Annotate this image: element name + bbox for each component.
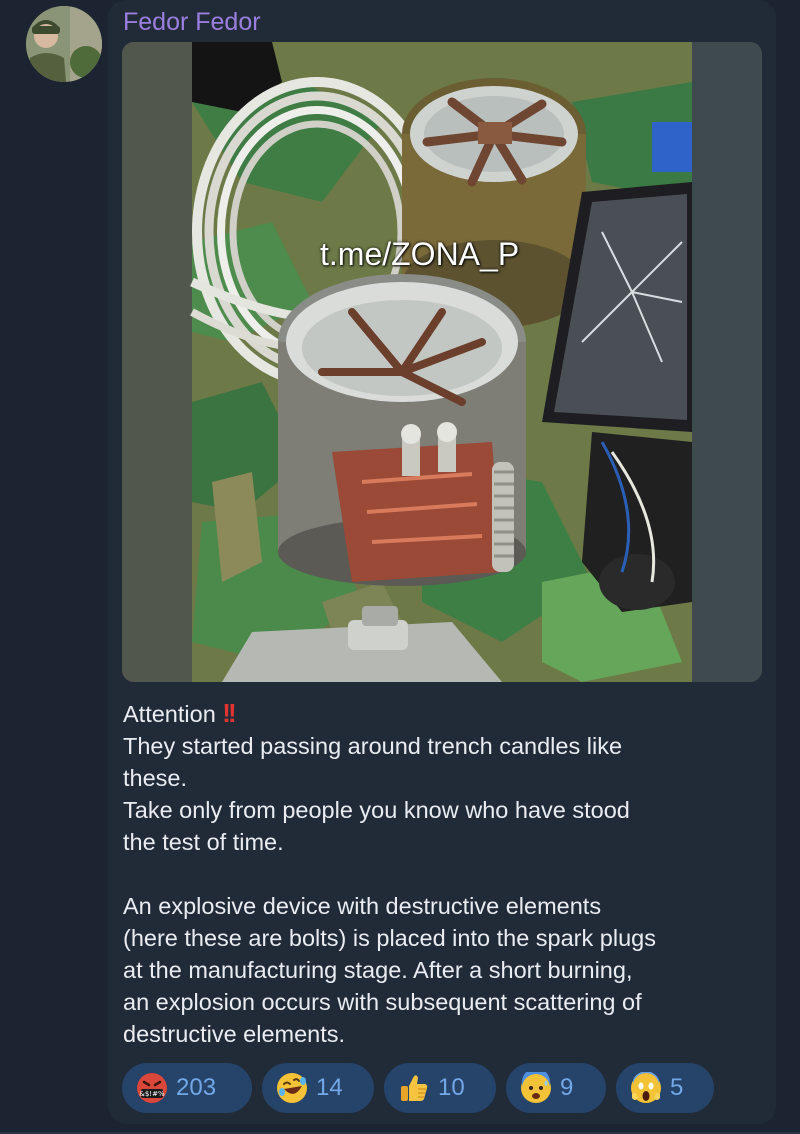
reaction-count: 5 [670, 1074, 684, 1101]
reaction-count: 10 [438, 1074, 465, 1101]
photo-image [122, 42, 762, 682]
reaction-thumbs-up[interactable]: 10 [384, 1063, 496, 1113]
reaction-scream[interactable]: 5 [616, 1063, 714, 1113]
double-exclamation-icon: !! [222, 698, 236, 728]
reaction-count: 9 [560, 1074, 574, 1101]
reaction-count: 14 [316, 1074, 343, 1101]
sender-avatar[interactable] [26, 6, 102, 82]
message-photo[interactable]: t.me/ZONA_P [122, 42, 762, 682]
reaction-anxious[interactable]: 9 [506, 1063, 606, 1113]
caption-attention: Attention [123, 701, 216, 727]
chat-view: Fedor Fedor t.me/ZONA_P Attention !! The… [0, 0, 800, 1134]
reaction-rofl[interactable]: 14 [262, 1063, 374, 1113]
anxious-face-with-sweat-icon [521, 1072, 551, 1103]
caption-first-line: Attention !! [123, 697, 763, 730]
angry-cursing-face-icon: &$!#% [137, 1073, 167, 1103]
caption-paragraph-1: They started passing around trench candl… [123, 733, 630, 855]
photo-watermark: t.me/ZONA_P [320, 236, 520, 272]
message-text: Attention !! They started passing around… [123, 697, 763, 1050]
rolling-on-floor-laughing-icon [277, 1073, 307, 1103]
svg-text:&$!#%: &$!#% [139, 1090, 165, 1098]
reaction-angry-cursing[interactable]: &$!#% 203 [122, 1063, 252, 1113]
thumbs-up-icon [401, 1075, 428, 1101]
reaction-count: 203 [176, 1074, 217, 1101]
sender-name[interactable]: Fedor Fedor [123, 8, 261, 37]
face-screaming-in-fear-icon [631, 1072, 661, 1103]
caption-paragraph-2: An explosive device with destructive ele… [123, 893, 656, 1047]
